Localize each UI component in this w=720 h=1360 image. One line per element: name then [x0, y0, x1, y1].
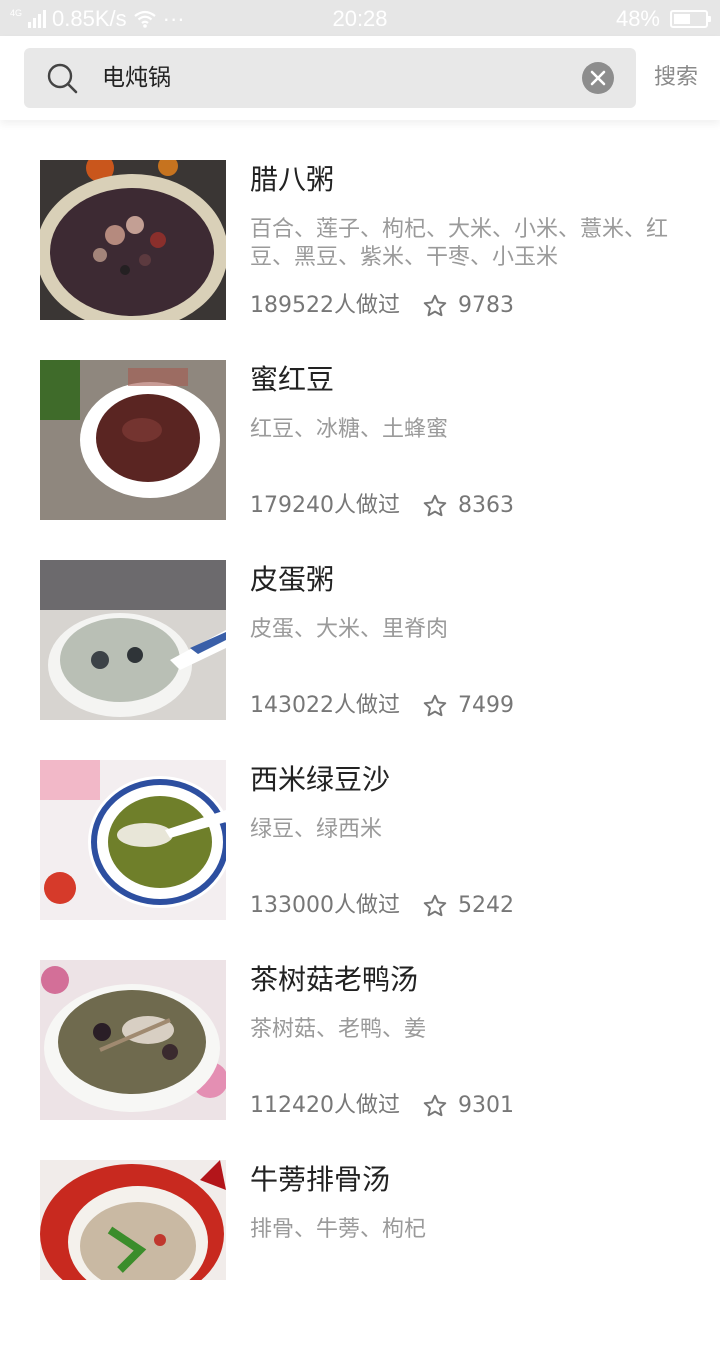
cooked-count: 133000人做过 [250, 893, 400, 918]
favorite-count: 7499 [457, 693, 514, 718]
recipe-stats: 179240人做过 8363 [250, 488, 514, 524]
cooked-count: 179240人做过 [250, 493, 400, 518]
recipe-ingredients: 绿豆、绿西米 [250, 817, 383, 842]
recipe-item[interactable]: 皮蛋粥 皮蛋、大米、里脊肉 143022人做过 7499 [0, 560, 720, 760]
recipe-image[interactable] [40, 760, 226, 920]
recipe-item[interactable]: 茶树菇老鸭汤 茶树菇、老鸭、姜 112420人做过 9301 [0, 960, 720, 1160]
recipe-ingredients: 百合、莲子、枸杞、大米、小米、薏米、红豆、黑豆、紫米、干枣、小玉米 [250, 217, 669, 270]
recipe-image[interactable] [40, 1160, 226, 1280]
star-icon [423, 894, 447, 917]
status-bar: 4G 0.85K/s ··· 20:28 48% [0, 0, 720, 36]
search-header: 电炖锅 搜索 [0, 36, 720, 120]
star-icon [423, 494, 447, 517]
cooked-count: 112420人做过 [250, 1093, 400, 1118]
favorite-count: 8363 [457, 493, 514, 518]
recipe-title: 腊八粥 [250, 163, 335, 196]
battery-icon [670, 10, 711, 28]
battery-percent: 48% [615, 6, 660, 31]
recipe-title: 西米绿豆沙 [250, 763, 391, 796]
close-icon [590, 70, 606, 86]
recipe-stats: 143022人做过 7499 [250, 688, 514, 724]
recipe-item[interactable]: 牛蒡排骨汤 排骨、牛蒡、枸杞 [0, 1160, 720, 1360]
recipe-stats: 189522人做过 9783 [250, 288, 514, 324]
recipe-item[interactable]: 西米绿豆沙 绿豆、绿西米 133000人做过 5242 [0, 760, 720, 960]
recipe-title: 皮蛋粥 [250, 563, 335, 596]
favorite-count: 9301 [457, 1093, 514, 1118]
recipe-ingredients: 茶树菇、老鸭、姜 [250, 1017, 427, 1042]
cooked-count: 143022人做过 [250, 693, 400, 718]
search-icon [47, 63, 78, 94]
recipe-image[interactable] [40, 960, 226, 1120]
star-icon [423, 694, 447, 717]
search-box[interactable]: 电炖锅 [24, 48, 636, 108]
recipe-stats: 112420人做过 9301 [250, 1088, 514, 1124]
recipe-title: 茶树菇老鸭汤 [250, 963, 419, 996]
recipe-image[interactable] [40, 160, 226, 320]
recipe-item[interactable]: 腊八粥 百合、莲子、枸杞、大米、小米、薏米、红豆、黑豆、紫米、干枣、小玉米 18… [0, 160, 720, 360]
recipe-list: 腊八粥 百合、莲子、枸杞、大米、小米、薏米、红豆、黑豆、紫米、干枣、小玉米 18… [0, 160, 720, 1360]
cooked-count: 189522人做过 [250, 293, 400, 318]
status-right: 48% [615, 6, 711, 32]
clear-search-button[interactable] [582, 62, 614, 94]
recipe-title: 蜜红豆 [250, 363, 335, 396]
recipe-item[interactable]: 蜜红豆 红豆、冰糖、土蜂蜜 179240人做过 8363 [0, 360, 720, 560]
recipe-title: 牛蒡排骨汤 [250, 1163, 391, 1196]
recipe-stats: 133000人做过 5242 [250, 888, 514, 924]
recipe-image[interactable] [40, 560, 226, 720]
favorite-count: 5242 [457, 893, 514, 918]
search-button[interactable]: 搜索 [654, 48, 698, 108]
recipe-ingredients: 皮蛋、大米、里脊肉 [250, 617, 449, 642]
recipe-ingredients: 排骨、牛蒡、枸杞 [250, 1217, 427, 1242]
star-icon [423, 294, 447, 317]
recipe-ingredients: 红豆、冰糖、土蜂蜜 [250, 417, 449, 442]
recipe-image[interactable] [40, 360, 226, 520]
favorite-count: 9783 [457, 293, 514, 318]
star-icon [423, 1094, 447, 1117]
search-input[interactable]: 电炖锅 [102, 48, 171, 108]
clock: 20:28 [332, 6, 388, 31]
